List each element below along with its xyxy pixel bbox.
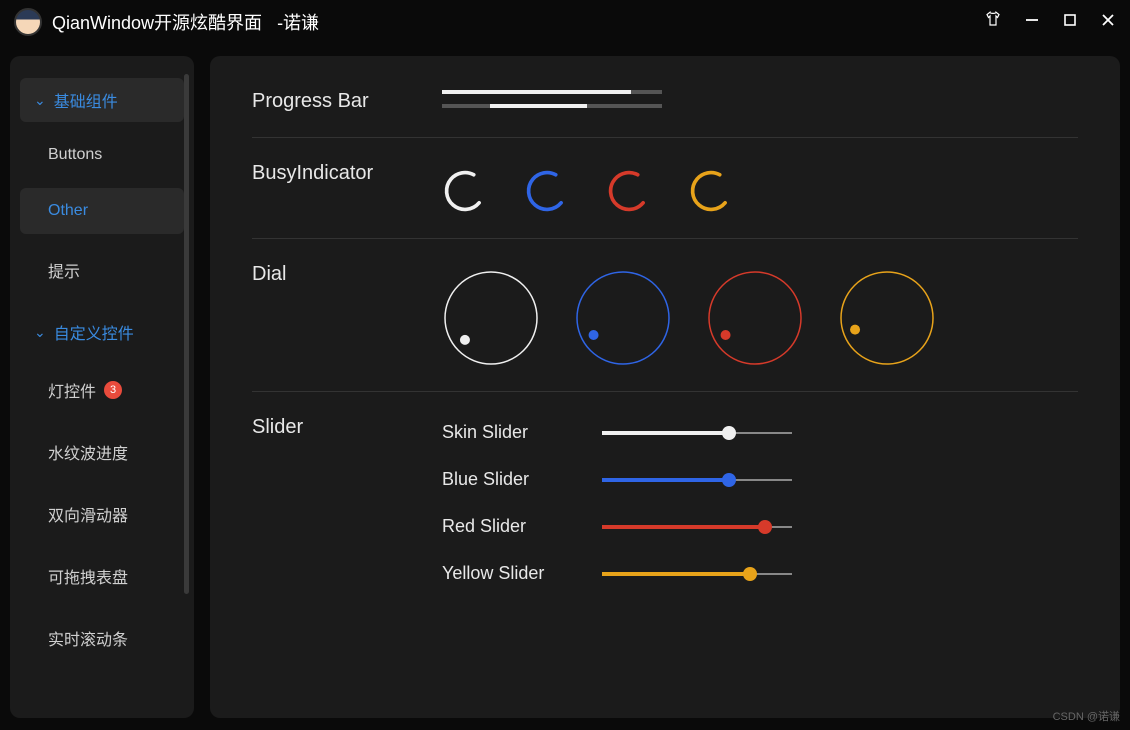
slider-track[interactable] [602, 573, 792, 575]
sidebar-item-buttons[interactable]: Buttons [20, 132, 184, 178]
sidebar-item-ripple-progress[interactable]: 水纹波进度 [20, 426, 184, 478]
progress-fill [442, 90, 631, 94]
sidebar-group-basic[interactable]: ⌄ 基础组件 [20, 78, 184, 122]
sidebar-group-custom[interactable]: ⌄ 自定义控件 [20, 310, 184, 354]
slider-label: Red Slider [442, 516, 602, 537]
dial-handle[interactable] [850, 325, 860, 335]
section-title: Dial [252, 263, 442, 286]
sidebar-item-label: Other [48, 202, 88, 220]
dial-control[interactable] [706, 269, 804, 367]
chevron-down-icon: ⌄ [34, 92, 46, 109]
slider-fill [602, 525, 765, 529]
sidebar-item-label: 双向滑动器 [48, 502, 128, 526]
slider-fill [602, 478, 729, 482]
sidebar-item-drag-dial[interactable]: 可拖拽表盘 [20, 550, 184, 602]
slider-label: Blue Slider [442, 469, 602, 490]
chevron-down-icon: ⌄ [34, 324, 46, 341]
slider-thumb[interactable] [743, 567, 757, 581]
slider-thumb[interactable] [758, 520, 772, 534]
slider-track[interactable] [602, 526, 792, 528]
slider-label: Skin Slider [442, 422, 602, 443]
sidebar-item-label: 水纹波进度 [48, 440, 128, 464]
slider-thumb[interactable] [722, 473, 736, 487]
busy-spinner [442, 168, 488, 214]
dial-handle[interactable] [589, 330, 599, 340]
slider-fill [602, 431, 729, 435]
section-title: Progress Bar [252, 90, 442, 113]
titlebar: QianWindow开源炫酷界面 -诺谦 [0, 0, 1130, 44]
section-slider: Slider Skin Slider Blue Slider Red Slider Y… [252, 391, 1078, 608]
sidebar-item-badge: 3 [104, 381, 122, 399]
sidebar-item-label: 提示 [48, 258, 80, 282]
slider-row: Blue Slider [442, 469, 1078, 490]
section-title: BusyIndicator [252, 162, 442, 185]
maximize-button[interactable] [1062, 11, 1078, 34]
slider-track[interactable] [602, 479, 792, 481]
sidebar-item-light-widget[interactable]: 灯控件 3 [20, 364, 184, 416]
slider-label: Yellow Slider [442, 563, 602, 584]
shirt-icon[interactable] [984, 10, 1002, 34]
sidebar-item-label: 可拖拽表盘 [48, 564, 128, 588]
section-title: Slider [252, 416, 442, 439]
slider-thumb[interactable] [722, 426, 736, 440]
busy-spinner [688, 168, 734, 214]
dial-control[interactable] [442, 269, 540, 367]
watermark: CSDN @诺谦 [1053, 708, 1120, 724]
content-panel: Progress Bar BusyIndicator Dial Slider S… [210, 56, 1120, 718]
progress-fill [490, 104, 587, 108]
sidebar-group-label: 自定义控件 [54, 320, 134, 344]
slider-fill [602, 572, 750, 576]
slider-row: Red Slider [442, 516, 1078, 537]
sidebar-item-scrollbar[interactable]: 实时滚动条 [20, 612, 184, 664]
sidebar: ⌄ 基础组件 Buttons Other 提示 ⌄ 自定义控件 灯控件 3 水纹… [10, 56, 194, 718]
progress-bar [442, 104, 662, 108]
progress-bar [442, 90, 662, 94]
sidebar-item-label: 灯控件 [48, 378, 96, 402]
dial-control[interactable] [574, 269, 672, 367]
dial-handle[interactable] [460, 335, 470, 345]
slider-track[interactable] [602, 432, 792, 434]
sidebar-item-label: Buttons [48, 146, 102, 164]
section-dial: Dial [252, 238, 1078, 391]
close-button[interactable] [1100, 11, 1116, 34]
section-busy: BusyIndicator [252, 137, 1078, 238]
app-title: QianWindow开源炫酷界面 -诺谦 [52, 9, 319, 35]
app-icon [14, 8, 42, 36]
busy-spinner [606, 168, 652, 214]
section-progress: Progress Bar [252, 90, 1078, 137]
busy-spinner [524, 168, 570, 214]
sidebar-item-tips[interactable]: 提示 [20, 244, 184, 296]
sidebar-group-label: 基础组件 [54, 88, 118, 112]
dial-handle[interactable] [721, 330, 731, 340]
window-controls [984, 10, 1116, 34]
slider-row: Skin Slider [442, 422, 1078, 443]
sidebar-item-label: 实时滚动条 [48, 626, 128, 650]
sidebar-item-dual-slider[interactable]: 双向滑动器 [20, 488, 184, 540]
dial-control[interactable] [838, 269, 936, 367]
slider-row: Yellow Slider [442, 563, 1078, 584]
sidebar-item-other[interactable]: Other [20, 188, 184, 234]
minimize-button[interactable] [1024, 11, 1040, 34]
sidebar-scrollbar[interactable] [184, 74, 189, 594]
